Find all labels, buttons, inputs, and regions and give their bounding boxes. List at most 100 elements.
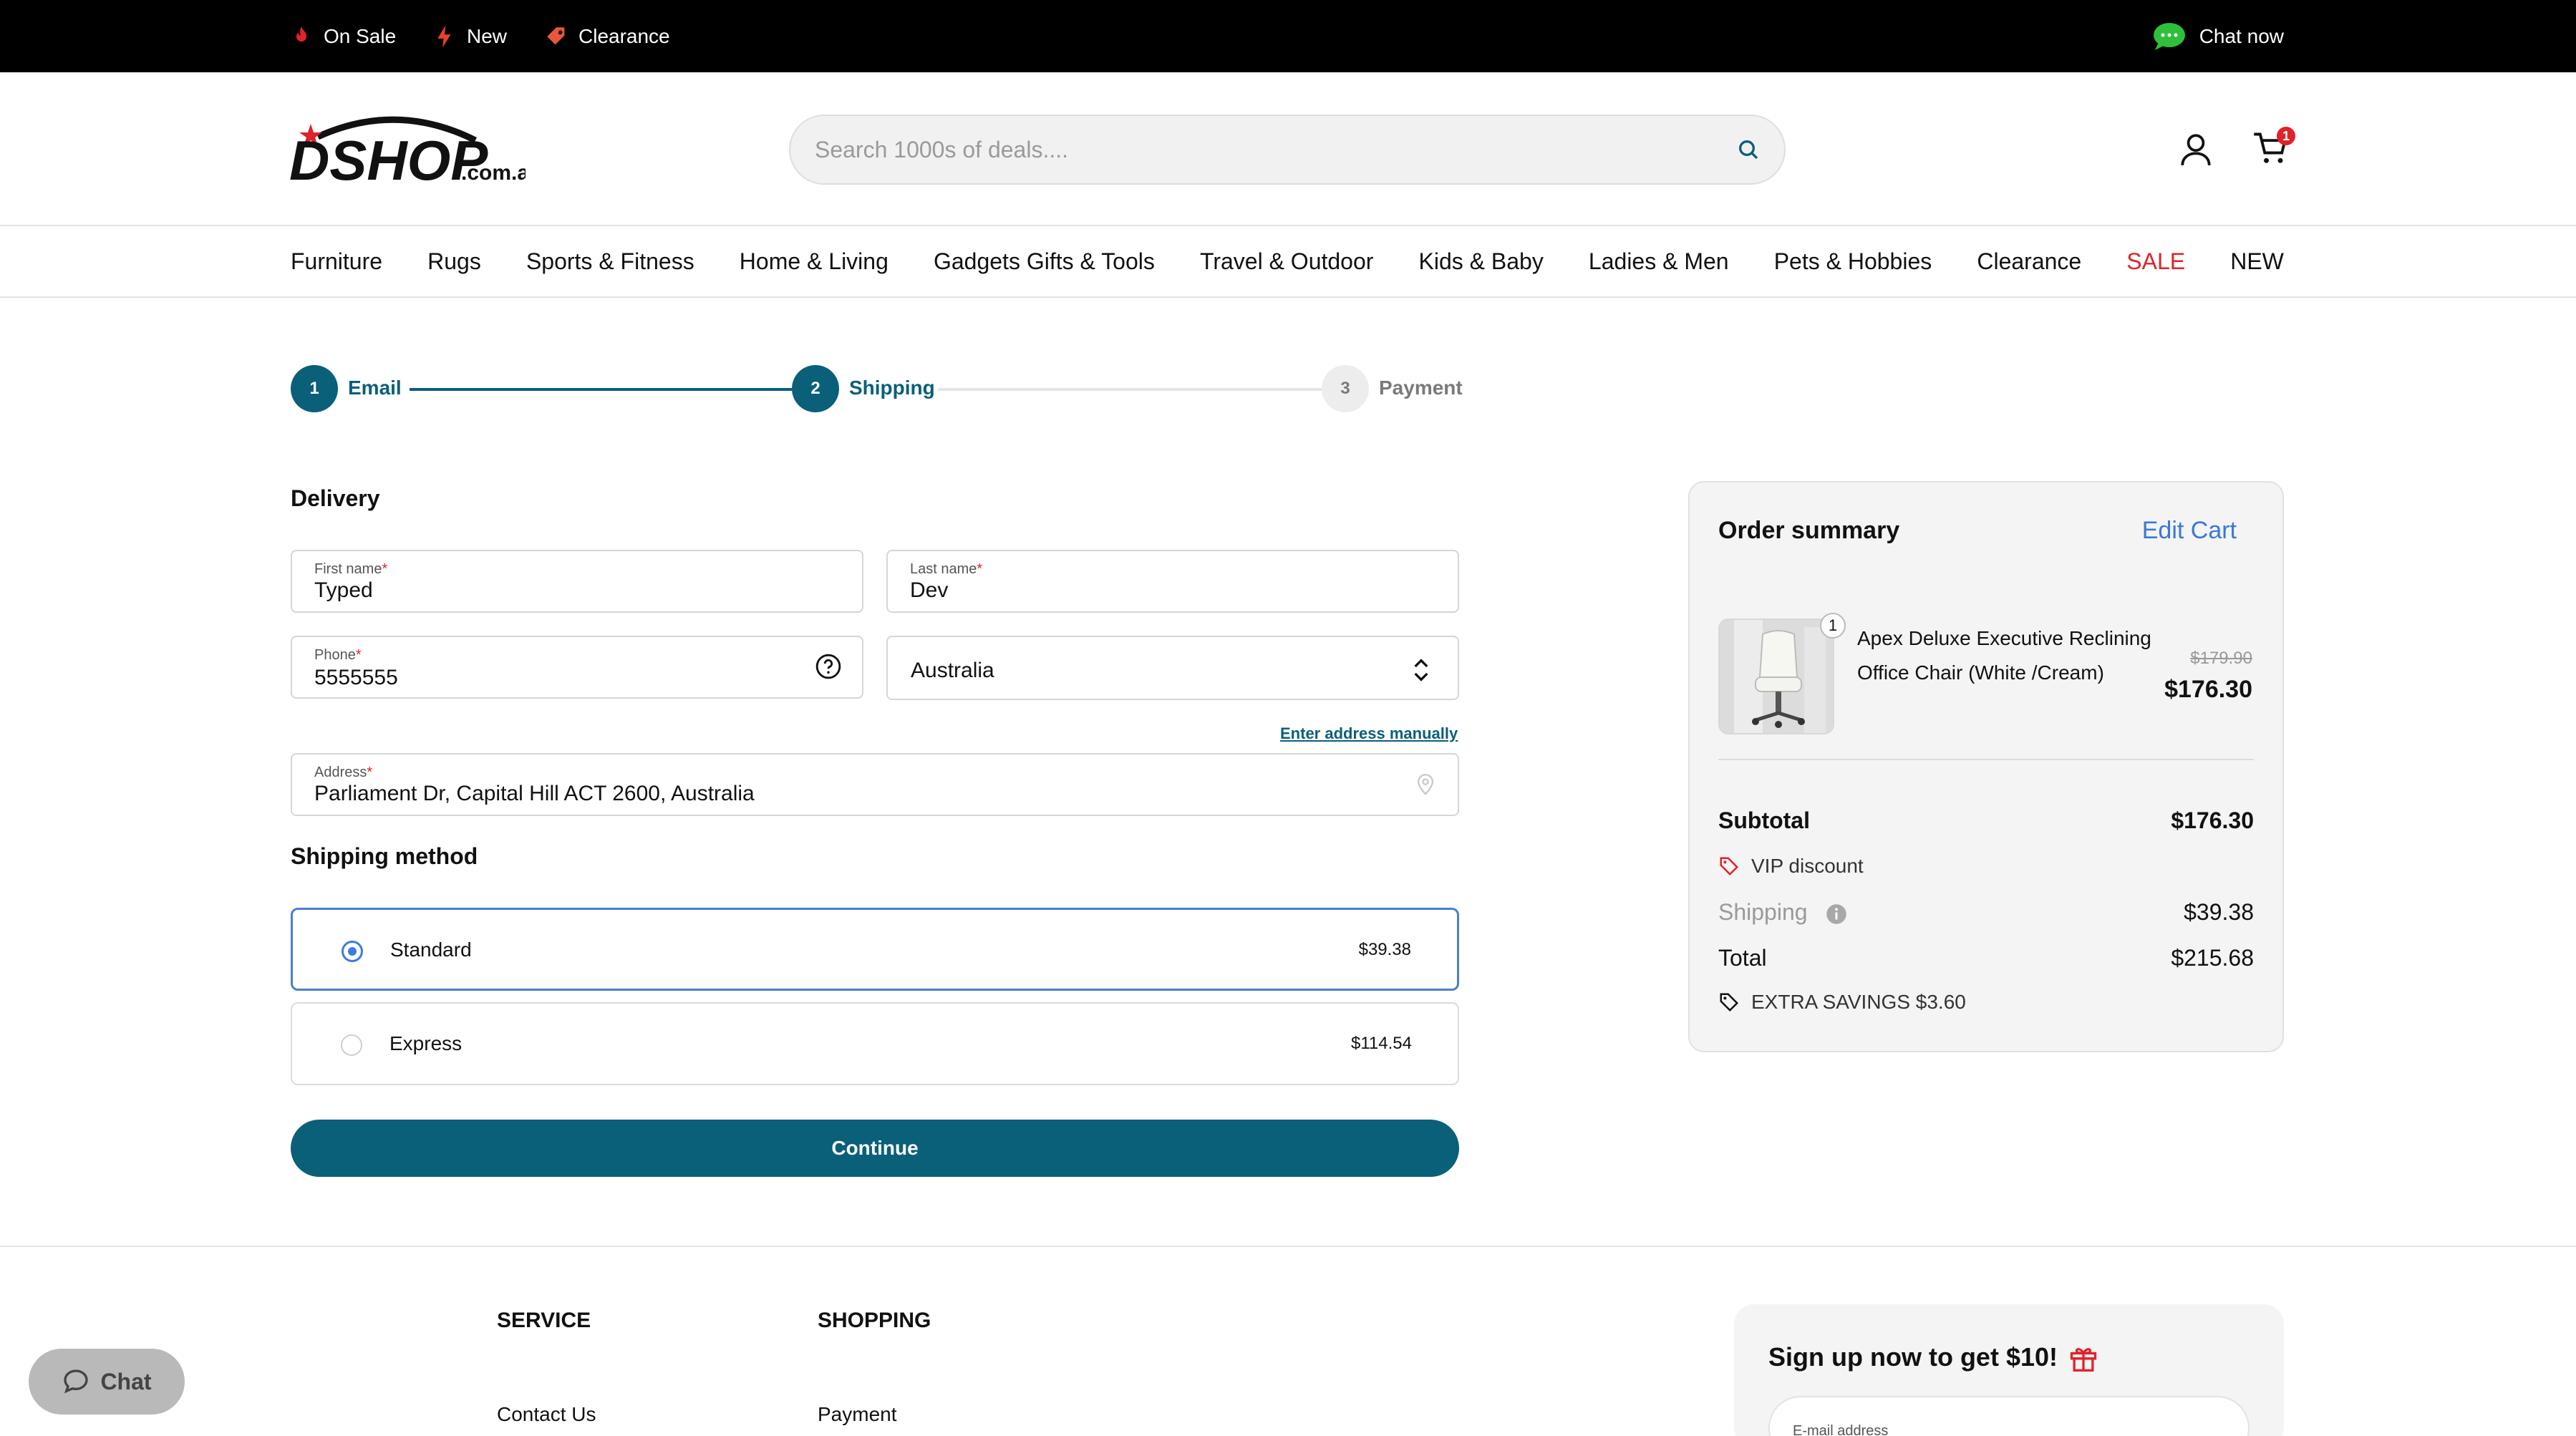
product-original-price: $179.90 <box>2190 649 2252 668</box>
shipping-row: Shipping $39.38 <box>1718 899 2254 926</box>
nav-item-rugs[interactable]: Rugs <box>427 248 481 275</box>
promo-clearance[interactable]: Clearance <box>544 0 670 72</box>
shipping-option-express[interactable]: Express $114.54 <box>291 1002 1459 1085</box>
edit-cart-link[interactable]: Edit Cart <box>2142 517 2237 545</box>
subtotal-row: Subtotal $176.30 <box>1718 807 2254 834</box>
order-summary-title: Order summary <box>1718 517 1900 544</box>
step-payment-number: 3 <box>1322 365 1369 412</box>
nav-item-home-living[interactable]: Home & Living <box>740 248 888 275</box>
first-name-label-text: First name <box>314 561 382 577</box>
step-shipping-number[interactable]: 2 <box>792 365 839 412</box>
country-select[interactable]: Australia <box>886 636 1459 700</box>
required-marker: * <box>367 765 373 780</box>
summary-divider <box>1718 759 2254 760</box>
email-placeholder: E-mail address <box>1793 1423 1889 1436</box>
step-remaining-line <box>938 388 1322 391</box>
footer-service-heading: SERVICE <box>497 1309 591 1332</box>
first-name-input[interactable] <box>314 578 770 603</box>
fire-icon <box>296 26 307 42</box>
nav-item-pets-hobbies[interactable]: Pets & Hobbies <box>1774 248 1932 275</box>
address-label: Address* <box>314 765 372 781</box>
discount-tag-icon <box>1720 857 1739 876</box>
promo-new[interactable]: New <box>432 0 507 72</box>
extra-savings-row: EXTRA SAVINGS $3.60 <box>1718 991 2254 1014</box>
promo-label: Clearance <box>578 24 670 47</box>
required-marker: * <box>382 561 388 577</box>
top-bar: On Sale New Clearance Chat now <box>0 0 2576 72</box>
footer-contact-us-link[interactable]: Contact Us <box>497 1403 596 1426</box>
location-pin-icon <box>1417 774 1434 795</box>
shipping-label: Shipping <box>1718 899 1808 925</box>
gift-icon <box>2070 1348 2097 1372</box>
nav-item-sale[interactable]: SALE <box>2126 248 2185 275</box>
nav-item-clearance[interactable]: Clearance <box>1977 248 2081 275</box>
radio-express[interactable] <box>341 1034 362 1056</box>
total-label: Total <box>1718 945 1767 971</box>
last-name-label-text: Last name <box>910 561 977 577</box>
logo-text: DSHOP <box>289 129 488 192</box>
address-field[interactable]: Address* <box>291 753 1459 816</box>
subtotal-label: Subtotal <box>1718 807 1810 833</box>
cart-count-badge: 1 <box>2277 127 2295 145</box>
product-thumbnail <box>1718 618 1834 734</box>
chat-bubble-icon <box>2153 22 2185 50</box>
newsletter-signup: Sign up now to get $10! E-mail address <box>1734 1304 2284 1436</box>
footer-shopping-heading: SHOPPING <box>818 1309 931 1332</box>
promo-on-sale[interactable]: On Sale <box>289 0 396 72</box>
promo-label: On Sale <box>324 24 397 47</box>
last-name-label: Last name* <box>910 561 982 578</box>
info-icon[interactable] <box>1826 903 1847 925</box>
signup-email-input[interactable]: E-mail address <box>1768 1396 2250 1436</box>
search-bar <box>789 115 1786 185</box>
product-price: $176.30 <box>2164 676 2252 703</box>
address-input[interactable] <box>314 782 1317 806</box>
nav-item-gadgets-gifts-tools[interactable]: Gadgets Gifts & Tools <box>934 248 1155 275</box>
enter-address-manually-link[interactable]: Enter address manually <box>1280 724 1458 743</box>
user-account-icon[interactable] <box>2178 131 2214 167</box>
item-quantity-badge: 1 <box>1820 613 1846 639</box>
signup-title-text: Sign up now to get $10! <box>1768 1342 2058 1372</box>
total-value: $215.68 <box>2171 945 2254 971</box>
shipping-option-standard[interactable]: Standard $39.38 <box>291 908 1459 991</box>
lightning-icon <box>437 24 451 48</box>
last-name-field[interactable]: Last name* <box>886 550 1459 613</box>
nav-item-furniture[interactable]: Furniture <box>291 248 382 275</box>
nav-item-sports-fitness[interactable]: Sports & Fitness <box>526 248 694 275</box>
step-email-number[interactable]: 1 <box>291 365 338 412</box>
radio-standard[interactable] <box>342 941 363 962</box>
nav-item-kids-baby[interactable]: Kids & Baby <box>1419 248 1544 275</box>
search-icon[interactable] <box>1737 138 1760 161</box>
step-email-label[interactable]: Email <box>348 377 402 399</box>
step-payment-label: Payment <box>1379 377 1463 399</box>
required-marker: * <box>977 561 983 577</box>
phone-field[interactable]: Phone* <box>291 636 863 699</box>
search-input[interactable] <box>815 116 1674 183</box>
last-name-input[interactable] <box>910 578 1366 603</box>
dshop-logo[interactable]: DSHOP .com.au <box>289 108 526 194</box>
subtotal-value: $176.30 <box>2171 807 2254 833</box>
shipping-option-name: Standard <box>390 938 472 961</box>
chat-widget-button[interactable]: Chat <box>29 1349 185 1415</box>
continue-button[interactable]: Continue <box>291 1120 1459 1177</box>
footer-divider <box>0 1246 2576 1247</box>
savings-tag-icon <box>1720 993 1739 1012</box>
site-header: DSHOP .com.au 1 <box>0 72 2576 226</box>
chat-now-label: Chat now <box>2199 24 2284 47</box>
signup-title: Sign up now to get $10! <box>1768 1342 2099 1373</box>
phone-label: Phone* <box>314 647 362 664</box>
step-shipping-label[interactable]: Shipping <box>849 377 935 399</box>
nav-item-ladies-men[interactable]: Ladies & Men <box>1589 248 1729 275</box>
vip-discount-label: VIP discount <box>1751 855 1864 877</box>
help-icon[interactable] <box>815 653 842 680</box>
first-name-field[interactable]: First name* <box>291 550 863 613</box>
shipping-option-price: $39.38 <box>1358 940 1411 959</box>
chat-now-link[interactable]: Chat now <box>2152 0 2284 72</box>
select-arrows-icon <box>1414 659 1428 681</box>
phone-input[interactable] <box>314 666 770 690</box>
shipping-option-name: Express <box>389 1032 463 1054</box>
nav-item-new[interactable]: NEW <box>2230 248 2284 275</box>
tag-icon <box>547 26 565 44</box>
footer-payment-link[interactable]: Payment <box>818 1403 897 1426</box>
vip-discount-row: VIP discount <box>1718 855 2254 878</box>
nav-item-travel-outdoor[interactable]: Travel & Outdoor <box>1200 248 1373 275</box>
